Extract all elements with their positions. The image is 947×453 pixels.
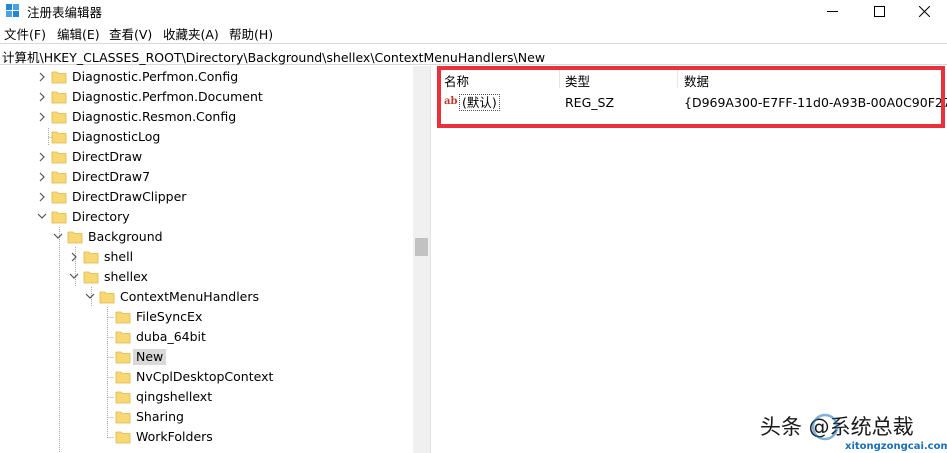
tree-item[interactable]: shellex: [0, 267, 413, 287]
menu-favorites[interactable]: 收藏夹(A): [163, 24, 219, 43]
folder-icon: [83, 269, 99, 285]
tree-item-label[interactable]: DiagnosticLog: [69, 129, 163, 145]
folder-icon: [51, 149, 67, 165]
tree-item[interactable]: WorkFolders: [0, 427, 413, 447]
close-icon: [919, 5, 930, 17]
folder-icon: [83, 249, 99, 265]
tree-item[interactable]: FileSyncEx: [0, 307, 413, 327]
tree-item-label[interactable]: WorkFolders: [133, 429, 216, 445]
tree-item[interactable]: Sharing: [0, 407, 413, 427]
registry-editor-icon: [6, 4, 19, 17]
menu-edit[interactable]: 编辑(E): [57, 24, 100, 43]
folder-icon: [67, 229, 83, 245]
chevron-right-icon[interactable]: [37, 171, 47, 183]
watermark-logo-icon: [811, 413, 839, 441]
maximize-button[interactable]: [857, 0, 902, 22]
chevron-down-icon[interactable]: [69, 271, 79, 283]
folder-icon: [51, 69, 67, 85]
folder-icon: [51, 209, 67, 225]
folder-icon: [115, 329, 131, 345]
folder-icon: [51, 169, 67, 185]
registry-key-tree[interactable]: Diagnostic.Perfmon.Config Diagnostic.Perf…: [0, 66, 413, 453]
folder-icon: [115, 409, 131, 425]
address-path[interactable]: 计算机\HKEY_CLASSES_ROOT\Directory\Backgrou…: [2, 47, 545, 66]
tree-item-label[interactable]: DirectDrawClipper: [69, 189, 189, 205]
minimize-icon: [827, 10, 838, 12]
tree-item-label[interactable]: FileSyncEx: [133, 309, 205, 325]
close-button[interactable]: [902, 0, 947, 22]
tree-item-label[interactable]: duba_64bit: [133, 329, 209, 345]
tree-item[interactable]: Directory: [0, 207, 413, 227]
tree-item[interactable]: ContextMenuHandlers: [0, 287, 413, 307]
watermark: 头条 @系统总裁 xitongzongcai.com: [760, 410, 947, 453]
tree-item[interactable]: NvCplDesktopContext: [0, 367, 413, 387]
tree-item[interactable]: Diagnostic.Perfmon.Config: [0, 67, 413, 87]
folder-icon: [99, 289, 115, 305]
window-title: 注册表编辑器: [27, 5, 103, 20]
tree-item[interactable]: Diagnostic.Perfmon.Document: [0, 87, 413, 107]
chevron-down-icon[interactable]: [53, 231, 63, 243]
chevron-right-icon[interactable]: [69, 251, 79, 263]
watermark-url: xitongzongcai.com: [845, 441, 947, 452]
folder-icon: [51, 89, 67, 105]
chevron-right-icon[interactable]: [37, 91, 47, 103]
tree-item-label[interactable]: New: [133, 349, 167, 365]
values-list[interactable]: 名称 类型 数据 ab (默认) REG_SZ {D969A300-E7FF-1…: [434, 66, 947, 453]
address-bar[interactable]: 计算机\HKEY_CLASSES_ROOT\Directory\Backgrou…: [0, 43, 947, 65]
folder-icon: [51, 109, 67, 125]
tree-item-label[interactable]: Diagnostic.Resmon.Config: [69, 109, 239, 125]
tree-item-label[interactable]: Directory: [69, 209, 133, 225]
tree-item-label[interactable]: shell: [101, 249, 136, 265]
tree-item-label[interactable]: ContextMenuHandlers: [117, 289, 262, 305]
maximize-icon: [874, 5, 885, 17]
chevron-right-icon[interactable]: [37, 111, 47, 123]
tree-item-label[interactable]: Sharing: [133, 409, 187, 425]
menu-view[interactable]: 查看(V): [109, 24, 152, 43]
folder-icon: [51, 189, 67, 205]
chevron-right-icon[interactable]: [37, 71, 47, 83]
tree-item-label[interactable]: shellex: [101, 269, 151, 285]
tree-item[interactable]: DirectDraw: [0, 147, 413, 167]
tree-item[interactable]: Background: [0, 227, 413, 247]
tree-item-label[interactable]: Diagnostic.Perfmon.Document: [69, 89, 266, 105]
tree-item[interactable]: DirectDrawClipper: [0, 187, 413, 207]
red-highlight-box: [437, 66, 945, 128]
folder-icon: [115, 429, 131, 445]
tree-item-label[interactable]: DirectDraw7: [69, 169, 153, 185]
tree-item[interactable]: DiagnosticLog: [0, 127, 413, 147]
tree-item[interactable]: Diagnostic.Resmon.Config: [0, 107, 413, 127]
tree-item[interactable]: New: [0, 347, 413, 367]
tree-item-label[interactable]: Background: [85, 229, 166, 245]
menu-bar: 文件(F) 编辑(E) 查看(V) 收藏夹(A) 帮助(H): [0, 22, 947, 42]
folder-icon: [51, 129, 67, 145]
tree-item-label[interactable]: DirectDraw: [69, 149, 145, 165]
tree-item-label[interactable]: NvCplDesktopContext: [133, 369, 276, 385]
tree-item[interactable]: duba_64bit: [0, 327, 413, 347]
tree-vertical-scrollbar[interactable]: [413, 66, 430, 453]
tree-item[interactable]: DirectDraw7: [0, 167, 413, 187]
title-bar: 注册表编辑器: [0, 0, 947, 22]
folder-icon: [115, 369, 131, 385]
folder-icon: [115, 389, 131, 405]
folder-icon: [115, 349, 131, 365]
chevron-right-icon[interactable]: [37, 151, 47, 163]
menu-file[interactable]: 文件(F): [4, 24, 46, 43]
scrollbar-thumb[interactable]: [415, 238, 428, 256]
tree-item[interactable]: qingshellext: [0, 387, 413, 407]
tree-item[interactable]: shell: [0, 247, 413, 267]
minimize-button[interactable]: [810, 0, 855, 22]
chevron-right-icon[interactable]: [37, 191, 47, 203]
chevron-down-icon[interactable]: [85, 291, 95, 303]
menu-help[interactable]: 帮助(H): [229, 24, 273, 43]
tree-item-label[interactable]: Diagnostic.Perfmon.Config: [69, 69, 241, 85]
tree-item-label[interactable]: qingshellext: [133, 389, 215, 405]
chevron-down-icon[interactable]: [37, 211, 47, 223]
folder-icon: [115, 309, 131, 325]
